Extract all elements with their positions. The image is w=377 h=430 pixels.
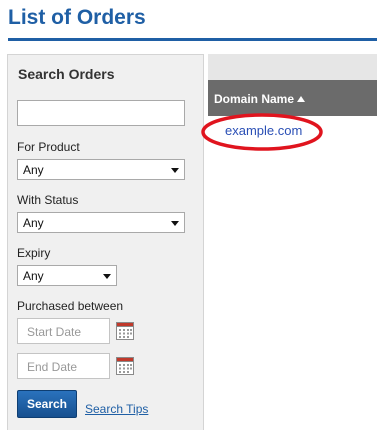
calendar-icon[interactable]	[116, 356, 134, 375]
expiry-label: Expiry	[17, 246, 51, 260]
with-status-select[interactable]: Any	[17, 212, 185, 233]
sort-ascending-icon	[297, 96, 306, 102]
search-tips-link[interactable]: Search Tips	[85, 402, 148, 416]
search-input[interactable]	[17, 100, 185, 126]
chevron-down-icon	[171, 168, 179, 173]
with-status-label: With Status	[17, 193, 79, 207]
page-title: List of Orders	[8, 6, 146, 29]
column-header-domain-name[interactable]: Domain Name	[214, 92, 306, 106]
results-table-header[interactable]: Domain Name	[208, 80, 377, 116]
expiry-select[interactable]: Any	[17, 265, 117, 286]
chevron-down-icon	[171, 221, 179, 226]
search-orders-panel: Search Orders For Product Any With Statu…	[7, 54, 204, 430]
column-header-label: Domain Name	[214, 92, 295, 106]
results-toolbar	[208, 54, 377, 80]
title-divider	[8, 38, 377, 41]
panel-heading: Search Orders	[18, 66, 115, 82]
highlight-circle-annotation	[201, 113, 323, 151]
chevron-down-icon	[103, 274, 111, 279]
purchased-between-label: Purchased between	[17, 299, 124, 313]
expiry-value: Any	[23, 269, 44, 283]
for-product-label: For Product	[17, 140, 80, 154]
end-date-input[interactable]: End Date	[17, 353, 110, 379]
start-date-placeholder: Start Date	[27, 325, 82, 339]
for-product-value: Any	[23, 163, 44, 177]
end-date-placeholder: End Date	[27, 360, 78, 374]
for-product-select[interactable]: Any	[17, 159, 185, 180]
start-date-input[interactable]: Start Date	[17, 318, 110, 344]
with-status-value: Any	[23, 216, 44, 230]
search-button[interactable]: Search	[17, 390, 77, 418]
calendar-icon[interactable]	[116, 321, 134, 340]
